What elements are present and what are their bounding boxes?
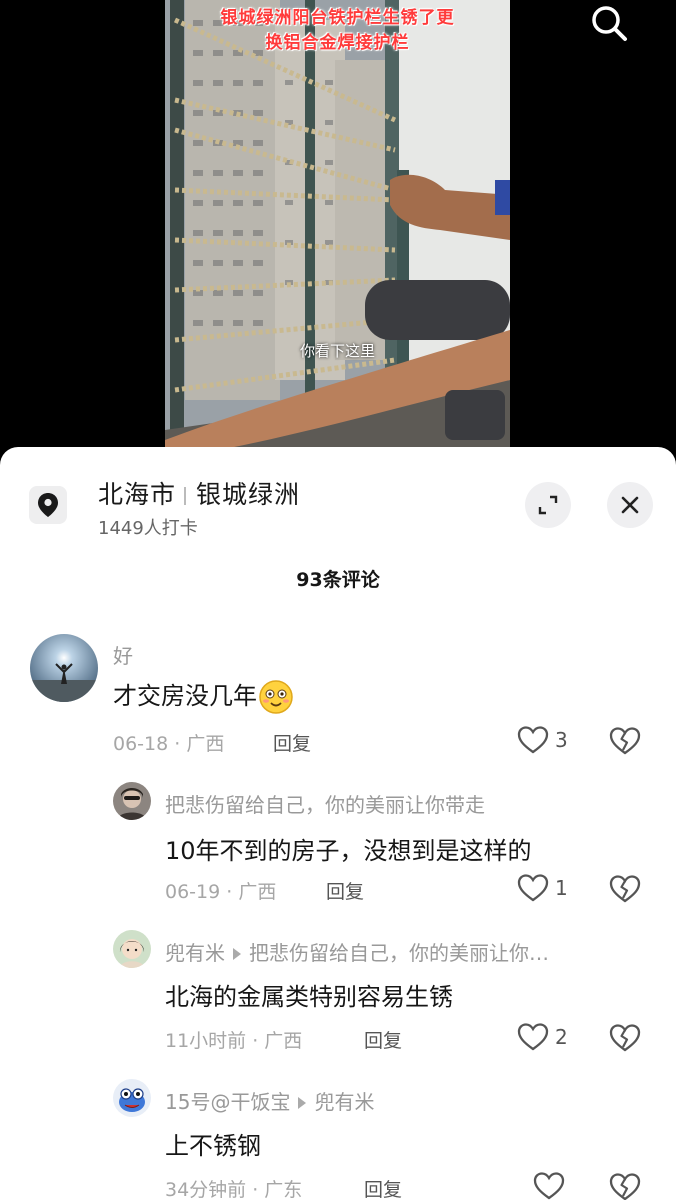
comment-username[interactable]: 15号@干饭宝 兜有米 [165,1086,374,1115]
avatar[interactable] [113,1079,151,1117]
video-player[interactable]: 银城绿洲阳台铁护栏生锈了更 换铝合金焊接护栏 你看下这里 [0,0,676,460]
smiling-face-emoji [259,680,293,714]
comment-username-text: 15号@干饭宝 [165,1090,291,1114]
dislike-button[interactable] [609,874,641,908]
location-title[interactable]: 北海市 银城绿洲 [98,475,300,511]
comment-username[interactable]: 好 [113,640,133,669]
comment-username-text: 兜有米 [165,941,225,965]
like-count: 1 [555,876,568,900]
expand-button[interactable] [525,482,571,528]
reply-button[interactable]: 回复 [364,1175,402,1200]
heart-icon [533,1172,565,1200]
comment-meta: 06-18 · 广西 [113,733,225,755]
broken-heart-icon [609,1173,641,1200]
video-caption-line1: 银城绿洲阳台铁护栏生锈了更 [220,8,455,28]
reply-button[interactable]: 回复 [326,877,364,904]
close-button[interactable] [607,482,653,528]
heart-icon [517,726,549,754]
reply-item: 15号@干饭宝 兜有米 上不锈钢 34分钟前 · 广东 回复 [0,1077,676,1200]
dislike-button[interactable] [609,1023,641,1057]
comment-text: 才交房没几年 [113,676,293,714]
location-row[interactable]: 北海市 银城绿洲 1449人打卡 [0,447,676,557]
comment-meta: 34分钟前 · 广东 [165,1179,303,1200]
video-subtitle: 你看下这里 [299,342,375,360]
comment-text: 上不锈钢 [165,1132,261,1160]
reply-item: 兜有米 把悲伤留给自己，你的美丽让你… 北海的金属类特别容易生锈 11小时前 · … [0,927,676,1067]
reply-item: 把悲伤留给自己，你的美丽让你带走 10年不到的房子，没想到是这样的 06-19 … [0,777,676,917]
comment-meta: 06-19 · 广西 [165,881,277,903]
location-pin-icon [29,486,67,524]
comment-sheet: 北海市 银城绿洲 1449人打卡 93条评论 好 才交房没几年 06-18 · … [0,447,676,1200]
close-icon [621,496,639,514]
location-checkins: 1449人打卡 [98,518,198,539]
comment-text-body: 才交房没几年 [113,682,257,710]
reply-target-username: 兜有米 [314,1090,375,1114]
avatar[interactable] [113,782,151,820]
search-button[interactable] [584,0,634,46]
reply-button[interactable]: 回复 [364,1026,402,1053]
location-divider [184,487,187,505]
dislike-button[interactable] [609,726,641,760]
video-frame[interactable]: 银城绿洲阳台铁护栏生锈了更 换铝合金焊接护栏 你看下这里 [165,0,510,460]
broken-heart-icon [609,727,641,755]
search-icon [592,6,627,41]
reply-button[interactable]: 回复 [273,729,311,756]
comment-count: 93条评论 [296,569,380,591]
location-place: 银城绿洲 [196,480,301,509]
like-button[interactable]: 1 [517,873,568,903]
like-count: 3 [555,728,568,752]
comment-text: 10年不到的房子，没想到是这样的 [165,837,532,865]
like-button[interactable]: 2 [517,1022,568,1052]
comment-username[interactable]: 把悲伤留给自己，你的美丽让你带走 [165,789,485,818]
dislike-button[interactable] [609,1172,641,1200]
broken-heart-icon [609,1024,641,1052]
expand-icon [538,495,558,515]
reply-arrow-icon [233,947,241,960]
avatar[interactable] [30,634,98,702]
comment-item: 好 才交房没几年 06-18 · 广西 回复 3 [0,632,676,762]
like-button[interactable] [533,1171,571,1200]
reply-arrow-icon [298,1096,307,1109]
location-city: 北海市 [98,480,177,509]
video-caption-title: 银城绿洲阳台铁护栏生锈了更 换铝合金焊接护栏 [165,6,510,56]
heart-icon [517,874,549,902]
video-caption-line2: 换铝合金焊接护栏 [265,33,410,53]
like-button[interactable]: 3 [517,725,568,755]
like-count: 2 [555,1025,568,1049]
avatar[interactable] [113,930,151,968]
video-scene-image [165,0,510,460]
heart-icon [517,1023,549,1051]
broken-heart-icon [609,875,641,903]
reply-target-username: 把悲伤留给自己，你的美丽让你… [249,941,549,965]
comment-text: 北海的金属类特别容易生锈 [165,983,453,1011]
comment-meta: 11小时前 · 广西 [165,1030,303,1052]
comment-username[interactable]: 兜有米 把悲伤留给自己，你的美丽让你… [165,937,549,966]
